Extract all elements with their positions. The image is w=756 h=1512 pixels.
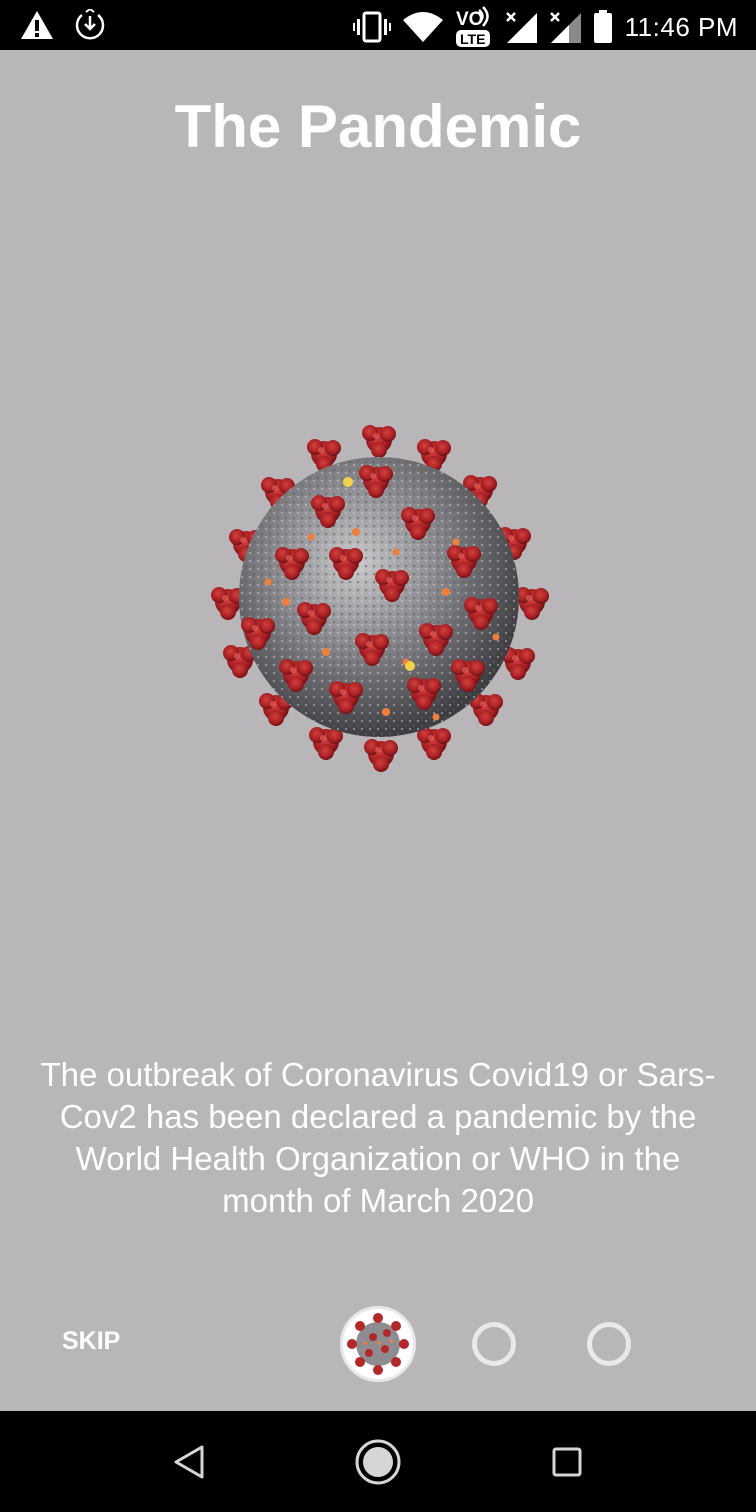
recents-icon	[552, 1447, 582, 1477]
volte-icon: VO LTE	[455, 6, 493, 48]
volte-label-bottom: LTE	[460, 31, 485, 47]
signal-icon	[505, 11, 537, 43]
volte-label-top: VO	[456, 9, 483, 30]
navigation-bar	[0, 1411, 756, 1512]
signal-icon	[549, 11, 581, 43]
skip-button[interactable]: SKIP	[48, 1316, 138, 1366]
description-text: The outbreak of Coronavirus Covid19 or S…	[40, 1056, 716, 1219]
page-title: The Pandemic	[174, 93, 582, 160]
page-indicator	[340, 1306, 640, 1382]
recents-button[interactable]	[542, 1437, 592, 1487]
vibrate-icon	[352, 10, 391, 44]
battery-icon	[593, 10, 613, 44]
coronavirus-illustration	[211, 425, 549, 772]
page-dot-2[interactable]	[472, 1322, 516, 1366]
home-icon	[355, 1439, 401, 1485]
back-icon	[174, 1445, 204, 1479]
onboarding-screen: VO LTE 11:46 PM The Pandemic The outbrea…	[0, 0, 756, 1512]
page-dot-3[interactable]	[587, 1322, 631, 1366]
home-button[interactable]	[353, 1437, 403, 1487]
warning-icon	[20, 10, 54, 40]
status-time: 11:46 PM	[624, 11, 738, 42]
download-icon	[74, 9, 106, 41]
back-button[interactable]	[164, 1437, 214, 1487]
wifi-icon	[402, 12, 443, 42]
status-bar: VO LTE 11:46 PM	[0, 0, 756, 50]
coronavirus-icon	[347, 1313, 409, 1375]
page-dot-1-active[interactable]	[340, 1306, 416, 1382]
